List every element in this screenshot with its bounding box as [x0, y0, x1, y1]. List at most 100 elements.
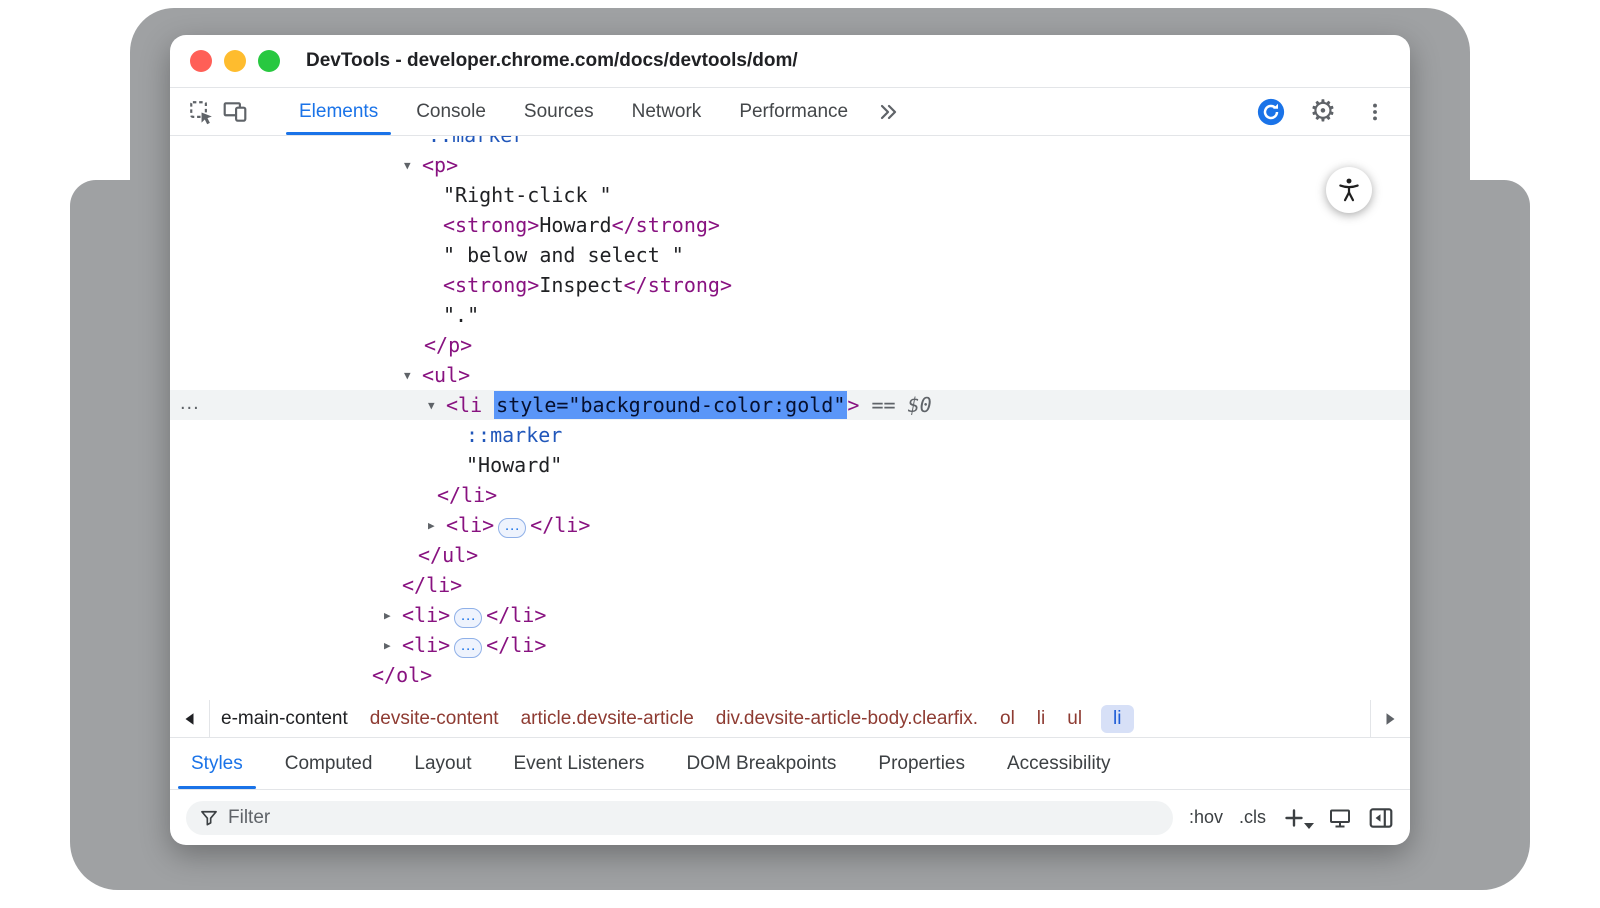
devtools-toolbar: ElementsConsoleSourcesNetworkPerformance…: [170, 88, 1410, 136]
code-token: $0: [908, 393, 932, 417]
code-token: <p>: [422, 153, 458, 177]
breadcrumb-item[interactable]: li: [1101, 705, 1133, 733]
filter-funnel-icon: [199, 808, 219, 828]
tab-styles[interactable]: Styles: [170, 738, 264, 789]
triangle-left-icon: [184, 712, 195, 726]
dom-node[interactable]: <strong>Howard</strong>: [170, 210, 1410, 240]
code-token: </strong>: [624, 273, 732, 297]
tab-computed[interactable]: Computed: [264, 738, 394, 789]
dom-node[interactable]: ▼<p>: [170, 150, 1410, 180]
tab-network[interactable]: Network: [613, 88, 721, 135]
code-token: </li>: [437, 483, 497, 507]
collapse-arrow-icon[interactable]: ▼: [404, 151, 422, 181]
breadcrumb-scroll-right-button[interactable]: [1370, 700, 1410, 737]
collapsed-content-button[interactable]: …: [454, 638, 482, 658]
code-token: </ul>: [418, 543, 478, 567]
filter-input[interactable]: [228, 807, 1160, 829]
dom-node[interactable]: ▶<li>…</li>: [170, 510, 1410, 540]
tab-dom-breakpoints[interactable]: DOM Breakpoints: [665, 738, 857, 789]
refresh-button[interactable]: [1254, 95, 1288, 129]
breadcrumb-item[interactable]: e-main-content: [210, 708, 359, 730]
code-token: </li>: [530, 513, 590, 537]
dom-node[interactable]: ▼<ul>: [170, 360, 1410, 390]
settings-button[interactable]: ⚙: [1306, 95, 1340, 129]
code-token: "Howard": [466, 453, 562, 477]
dom-node[interactable]: "Right-click ": [170, 180, 1410, 210]
code-token: ==: [859, 393, 907, 417]
dom-node-selected[interactable]: ...▼<li style="background-color:gold"> =…: [170, 390, 1410, 420]
collapse-arrow-icon[interactable]: ▼: [404, 361, 422, 391]
rendering-button[interactable]: [1328, 806, 1352, 830]
code-token: </ol>: [372, 663, 432, 687]
dom-node[interactable]: </li>: [170, 570, 1410, 600]
code-token: </li>: [486, 603, 546, 627]
dom-node[interactable]: </li>: [170, 480, 1410, 510]
panel-tabs: StylesComputedLayoutEvent ListenersDOM B…: [170, 738, 1410, 790]
tab-event-listeners[interactable]: Event Listeners: [492, 738, 665, 789]
expand-arrow-icon[interactable]: ▶: [384, 631, 402, 661]
dom-node[interactable]: "Howard": [170, 450, 1410, 480]
accessibility-button[interactable]: [1326, 167, 1372, 213]
breadcrumb-item[interactable]: devsite-content: [359, 708, 510, 730]
toolbar-right-group: ⚙: [1254, 95, 1396, 129]
refresh-icon: [1256, 97, 1286, 127]
dom-node[interactable]: </ul>: [170, 540, 1410, 570]
code-token: "Right-click ": [443, 183, 612, 207]
breadcrumb-item[interactable]: div.devsite-article-body.clearfix.: [705, 708, 989, 730]
dom-node[interactable]: </p>: [170, 330, 1410, 360]
new-style-rule-button[interactable]: [1282, 806, 1306, 830]
node-overflow-dots[interactable]: ...: [180, 388, 200, 418]
breadcrumb-item[interactable]: article.devsite-article: [510, 708, 705, 730]
main-tabs: ElementsConsoleSourcesNetworkPerformance: [280, 88, 867, 135]
gear-icon: ⚙: [1310, 97, 1337, 127]
filter-field[interactable]: [186, 801, 1173, 835]
selected-attribute-text: style="background-color:gold": [494, 391, 847, 419]
dom-node[interactable]: ".": [170, 300, 1410, 330]
expand-arrow-icon[interactable]: ▶: [384, 601, 402, 631]
collapsed-content-button[interactable]: …: [498, 518, 526, 538]
zoom-button[interactable]: [258, 50, 280, 72]
tab-sources[interactable]: Sources: [505, 88, 613, 135]
device-toolbar-button[interactable]: [218, 95, 252, 129]
code-token: <strong>: [443, 213, 539, 237]
element-classes-button[interactable]: .cls: [1239, 807, 1266, 828]
double-chevron-right-icon: [876, 100, 900, 124]
breadcrumb-item[interactable]: ol: [989, 708, 1026, 730]
inspect-element-button[interactable]: [184, 95, 218, 129]
dom-node[interactable]: </ol>: [170, 660, 1410, 690]
breadcrumb-item[interactable]: ul: [1056, 708, 1093, 730]
dom-node[interactable]: ▶<li>…</li>: [170, 630, 1410, 660]
accessibility-person-icon: [1335, 176, 1363, 204]
more-tabs-button[interactable]: [871, 95, 905, 129]
tab-performance[interactable]: Performance: [720, 88, 867, 135]
dom-node[interactable]: <strong>Inspect</strong>: [170, 270, 1410, 300]
code-token: </strong>: [612, 213, 720, 237]
collapsed-content-button[interactable]: …: [454, 608, 482, 628]
dom-node[interactable]: ▶<li>…</li>: [170, 600, 1410, 630]
monitor-icon: [1328, 806, 1352, 830]
code-token: ::marker: [466, 423, 562, 447]
toggle-element-state-button[interactable]: :hov: [1189, 807, 1223, 828]
code-token: ::marker: [428, 136, 524, 147]
expand-arrow-icon[interactable]: ▶: [428, 511, 446, 541]
tab-layout[interactable]: Layout: [393, 738, 492, 789]
breadcrumb-scroll-left-button[interactable]: [170, 700, 210, 737]
code-token: ".": [443, 303, 479, 327]
dom-node[interactable]: ::marker: [170, 136, 1410, 150]
tab-accessibility[interactable]: Accessibility: [986, 738, 1131, 789]
tab-properties[interactable]: Properties: [857, 738, 986, 789]
devtools-window: DevTools - developer.chrome.com/docs/dev…: [170, 35, 1410, 845]
code-token: Howard: [539, 213, 611, 237]
tab-elements[interactable]: Elements: [280, 88, 397, 135]
minimize-button[interactable]: [224, 50, 246, 72]
breadcrumb-item[interactable]: li: [1026, 708, 1056, 730]
breadcrumb-bar: e-main-contentdevsite-contentarticle.dev…: [170, 700, 1410, 738]
dom-node[interactable]: ::marker: [170, 420, 1410, 450]
more-menu-button[interactable]: [1358, 95, 1392, 129]
collapse-arrow-icon[interactable]: ▼: [428, 391, 446, 421]
close-button[interactable]: [190, 50, 212, 72]
dom-node[interactable]: " below and select ": [170, 240, 1410, 270]
caret-down-icon: [1304, 823, 1314, 829]
tab-console[interactable]: Console: [397, 88, 505, 135]
toggle-sidebar-button[interactable]: [1368, 805, 1394, 831]
